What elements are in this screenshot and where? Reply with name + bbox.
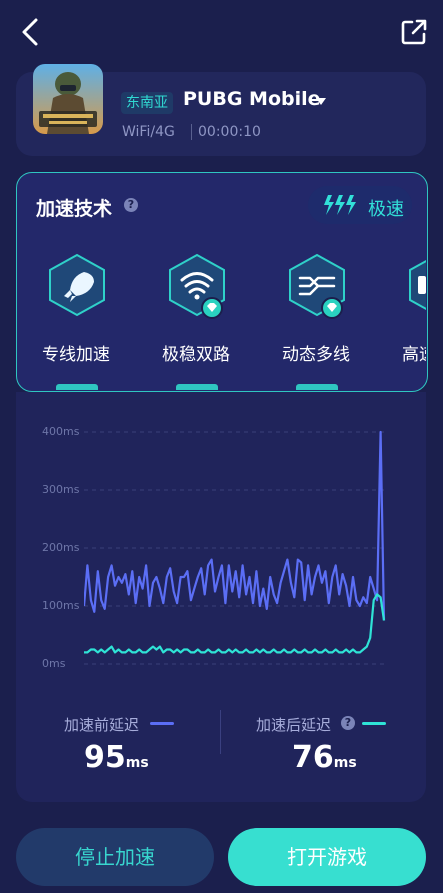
tech-title: 加速技术 — [36, 198, 113, 220]
help-icon[interactable]: ? — [341, 716, 355, 730]
series-line-before — [84, 430, 386, 621]
feature-label: 专线加速 — [42, 345, 110, 365]
feature-high-speed[interactable] — [404, 252, 426, 322]
unit: ms — [333, 755, 357, 771]
feature-label: 高速 — [402, 345, 426, 365]
pubg-game-icon — [33, 64, 103, 134]
feature-label: 动态多线 — [282, 345, 350, 365]
before-latency: 95ms — [84, 740, 149, 775]
lightning-icon — [322, 194, 358, 220]
region-badge[interactable]: 东南亚 — [121, 92, 173, 114]
dropdown-arrow-icon[interactable] — [316, 98, 326, 105]
game-name[interactable]: PUBG Mobile — [183, 88, 321, 110]
help-icon[interactable]: ? — [124, 198, 138, 212]
open-game-button[interactable]: 打开游戏 — [228, 828, 426, 886]
y-tick-label: 200ms — [42, 541, 80, 554]
stop-accelerate-button[interactable]: 停止加速 — [16, 828, 214, 886]
series-line-after — [84, 593, 386, 654]
divider — [191, 124, 192, 140]
chevron-left-icon[interactable] — [14, 14, 50, 50]
top-bar — [0, 0, 443, 60]
feature-indicator — [56, 384, 98, 390]
feature-dedicated-line[interactable] — [44, 252, 114, 332]
after-latency: 76ms — [292, 740, 357, 775]
stats-divider — [220, 710, 221, 754]
y-tick-label: 400ms — [42, 425, 80, 438]
feature-indicator — [296, 384, 338, 390]
multiline-icon — [289, 253, 345, 319]
after-label: 加速后延迟 — [256, 716, 332, 734]
feature-label-clip: 高速 — [402, 340, 426, 365]
feature-label: 极稳双路 — [162, 345, 230, 365]
before-label: 加速前延迟 — [64, 716, 140, 734]
latency-chart — [84, 430, 386, 665]
share-icon[interactable] — [396, 14, 432, 50]
before-value: 95 — [84, 740, 126, 775]
before-legend-line — [150, 722, 174, 725]
wifi-icon — [169, 253, 225, 319]
rocket-icon — [49, 253, 105, 317]
y-tick-label: 0ms — [42, 657, 66, 670]
network-type: WiFi/4G — [122, 124, 175, 140]
after-legend-line — [362, 722, 386, 725]
y-tick-label: 100ms — [42, 599, 80, 612]
feature-dual-route[interactable] — [164, 252, 234, 332]
feature-indicator — [176, 384, 218, 390]
unit: ms — [125, 755, 149, 771]
speed-icon — [409, 259, 426, 311]
y-tick-label: 300ms — [42, 483, 80, 496]
after-value: 76 — [292, 740, 334, 775]
session-timer: 00:00:10 — [198, 124, 261, 140]
feature-dynamic-multiline[interactable] — [284, 252, 354, 332]
speed-mode-label: 极速 — [368, 199, 404, 220]
